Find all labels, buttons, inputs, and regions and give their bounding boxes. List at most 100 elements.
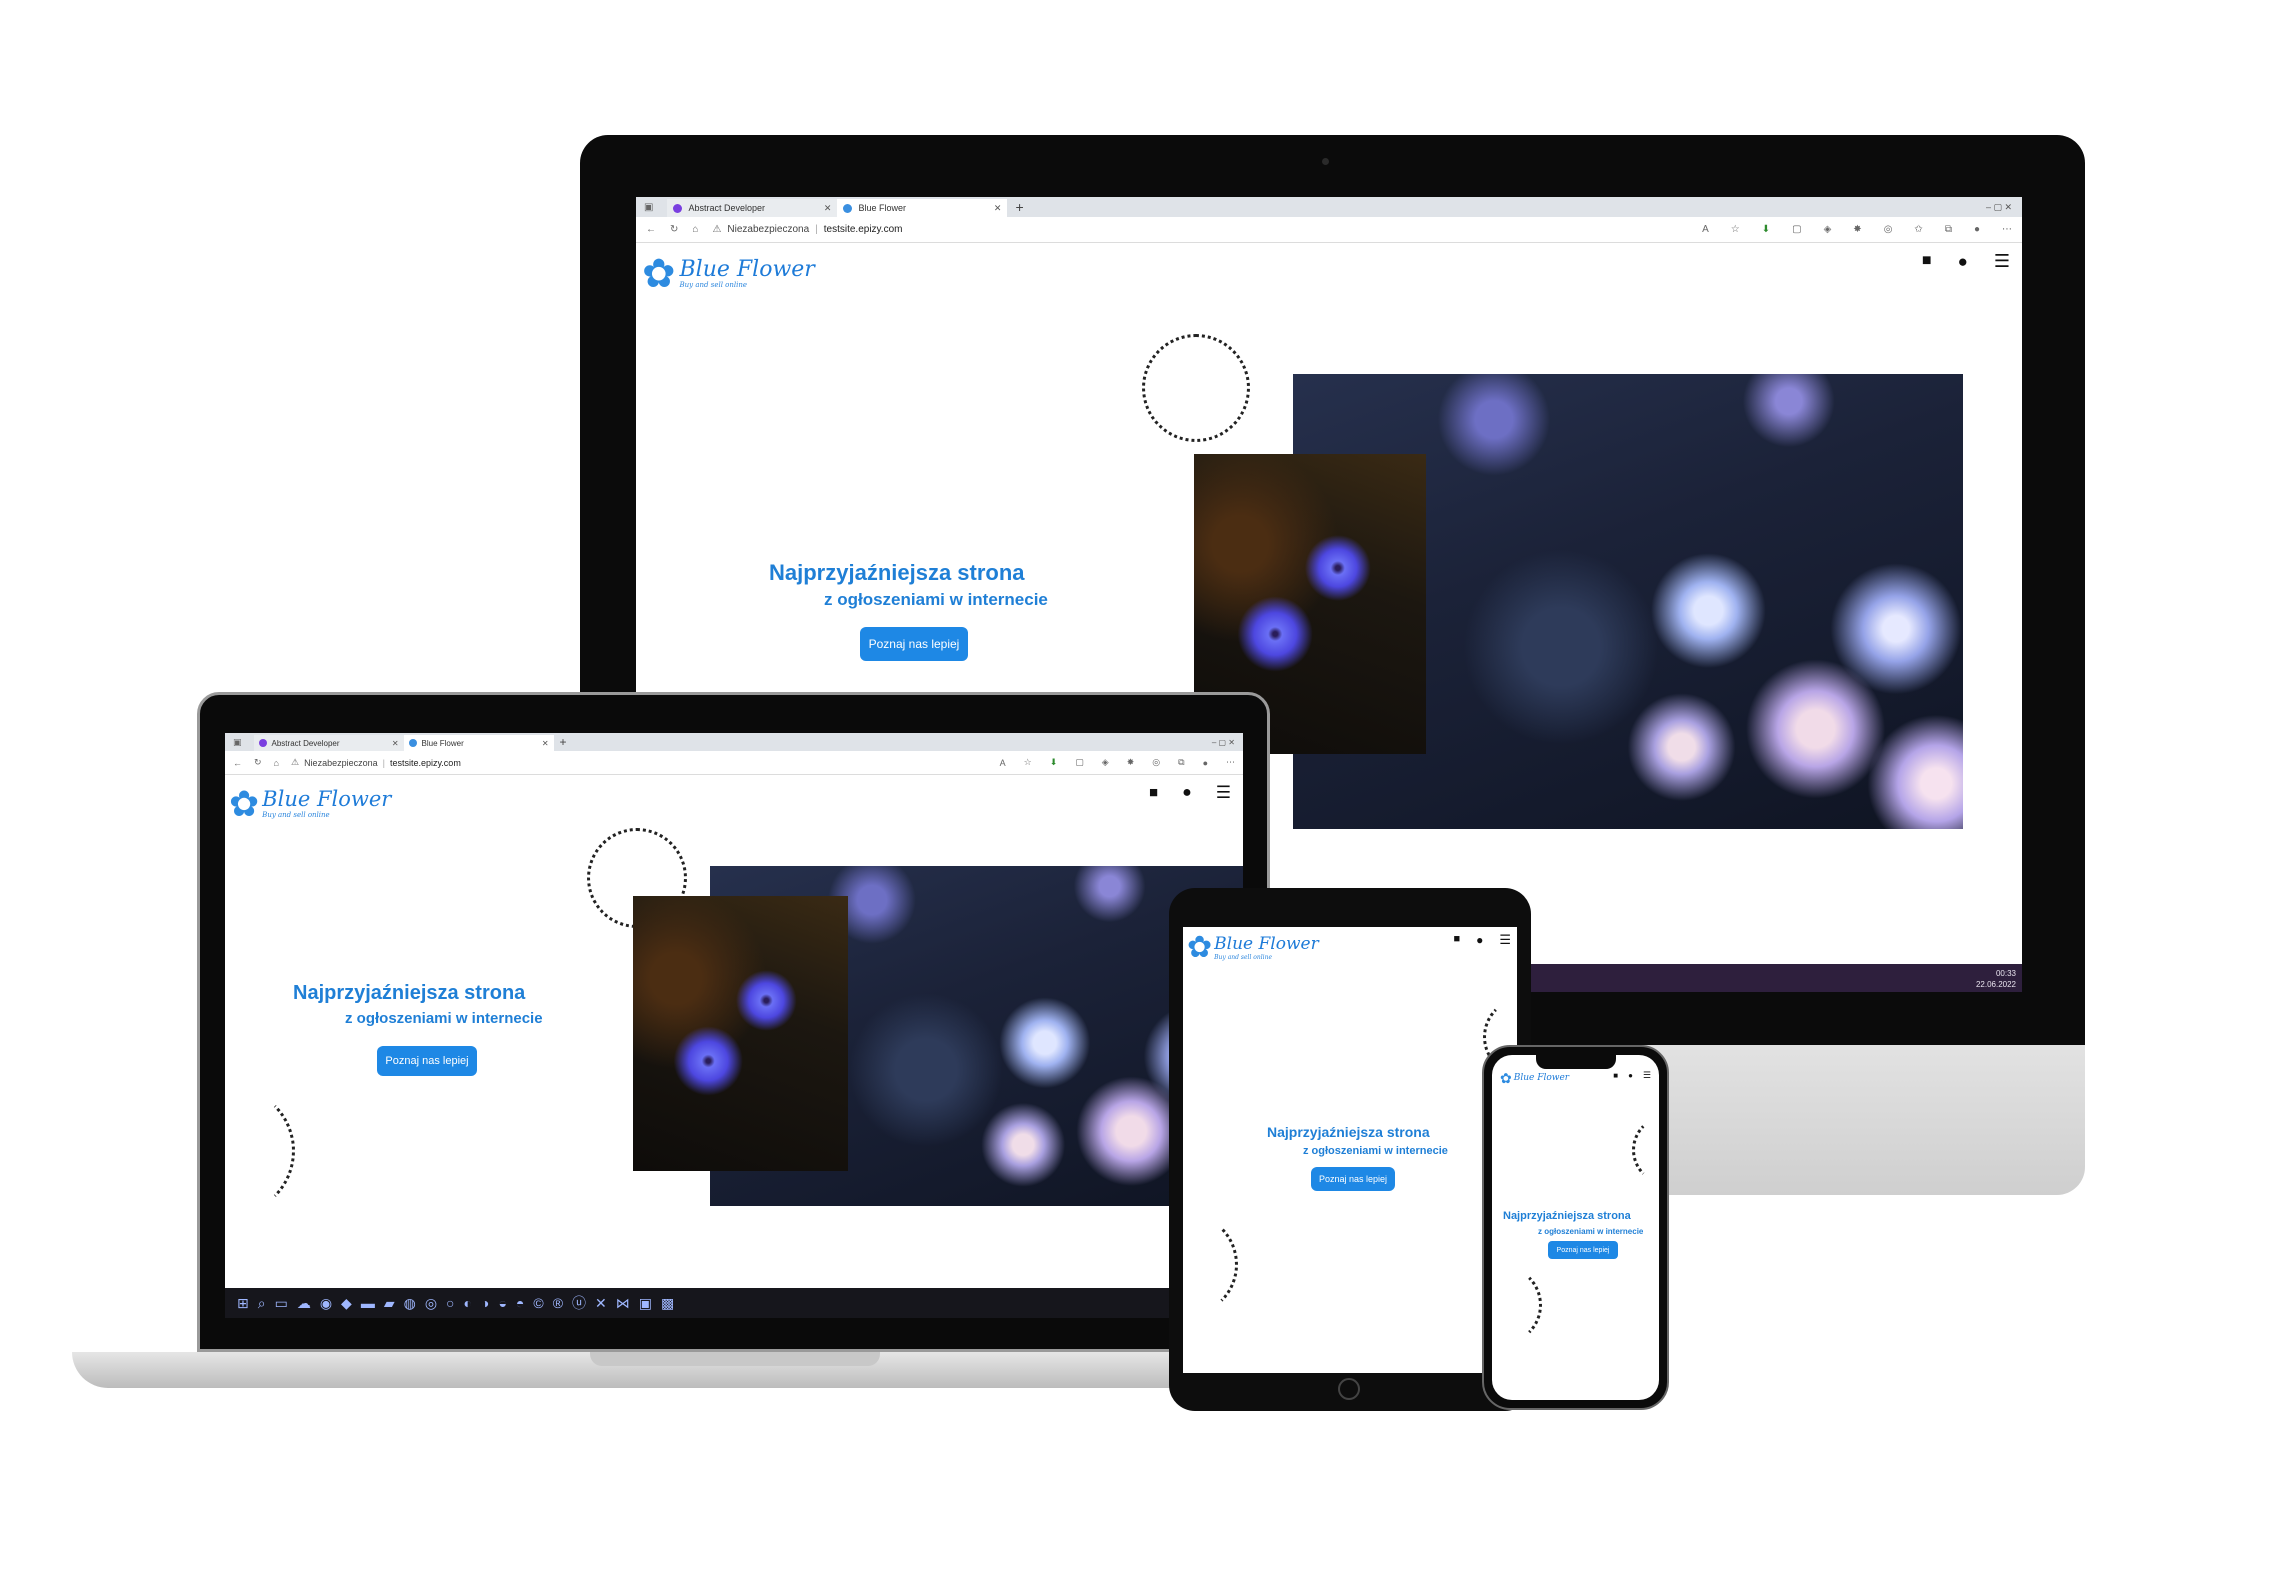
tab-actions-icon[interactable]: ▣: [644, 202, 653, 213]
download-icon[interactable]: ⬇: [1762, 224, 1770, 235]
collections-icon[interactable]: ⧉: [1178, 757, 1184, 768]
read-aloud-icon[interactable]: A: [1702, 224, 1709, 235]
windows-start-icon[interactable]: ⊞: [237, 1296, 249, 1310]
new-tab-button[interactable]: +: [1015, 199, 1023, 215]
file-explorer-icon[interactable]: ▰: [384, 1296, 395, 1310]
hamburger-menu-icon[interactable]: ☰: [1216, 784, 1231, 801]
search-icon[interactable]: ⌕: [258, 1296, 266, 1310]
tor-browser-icon[interactable]: ◐: [464, 1296, 472, 1310]
site-logo[interactable]: ✿ Blue Flower Buy and sell online: [1187, 933, 1319, 963]
phone-notch: [1536, 1055, 1616, 1069]
chrome-browser-icon[interactable]: ◎: [425, 1296, 437, 1310]
user-icon[interactable]: ●: [1182, 784, 1192, 801]
extension-icon[interactable]: ◈: [1102, 757, 1109, 768]
chromium-icon[interactable]: ◓: [516, 1296, 524, 1310]
tab-strip: ▣ Abstract Developer ✕ Blue Flower ✕ + –…: [225, 733, 1243, 751]
app-icon[interactable]: ▬: [361, 1296, 375, 1310]
close-tab-icon[interactable]: ✕: [994, 203, 1002, 214]
tab-abstract-developer[interactable]: Abstract Developer ✕: [253, 735, 404, 751]
tablet-home-button[interactable]: [1338, 1378, 1360, 1400]
opera-browser-icon[interactable]: ○: [446, 1296, 454, 1310]
tab-blue-flower[interactable]: Blue Flower ✕: [837, 199, 1008, 217]
extension-icon[interactable]: ✸: [1127, 757, 1135, 768]
cta-button[interactable]: Poznaj nas lepiej: [1548, 1241, 1618, 1259]
profile-icon[interactable]: ●: [1974, 224, 1980, 235]
hero-title: Najprzyjaźniejsza strona: [1267, 1124, 1430, 1140]
close-tab-icon[interactable]: ✕: [392, 739, 399, 748]
edge-browser-icon[interactable]: ◍: [404, 1296, 416, 1310]
home-icon[interactable]: ⌂: [274, 758, 279, 768]
firefox-browser-icon[interactable]: ◑: [481, 1296, 489, 1310]
extension-icon[interactable]: ✸: [1853, 224, 1861, 235]
site-logo[interactable]: ✿ Blue Flower: [1500, 1071, 1569, 1085]
site-logo[interactable]: ✿ Blue Flower Buy and sell online: [642, 254, 815, 294]
extension-icon[interactable]: ◎: [1884, 224, 1893, 235]
user-icon[interactable]: ●: [1958, 253, 1968, 270]
extension-icon[interactable]: ▢: [1792, 224, 1801, 235]
cta-button[interactable]: Poznaj nas lepiej: [1311, 1167, 1395, 1191]
task-view-icon[interactable]: ▭: [275, 1296, 288, 1310]
new-tab-button[interactable]: +: [560, 735, 567, 749]
site-logo[interactable]: ✿ Blue Flower Buy and sell online: [229, 786, 391, 822]
hamburger-menu-icon[interactable]: ☰: [1643, 1071, 1651, 1080]
url-field[interactable]: testsite.epizy.com: [390, 758, 461, 768]
back-icon[interactable]: ←: [233, 758, 242, 768]
download-icon[interactable]: ⬇: [1050, 757, 1058, 768]
read-aloud-icon[interactable]: A: [1000, 758, 1006, 768]
cta-button[interactable]: Poznaj nas lepiej: [860, 627, 968, 661]
weather-icon[interactable]: ☁: [297, 1296, 311, 1310]
reload-icon[interactable]: ↻: [254, 757, 262, 768]
reload-icon[interactable]: ↻: [670, 224, 678, 235]
hamburger-menu-icon[interactable]: ☰: [1499, 933, 1511, 946]
home-icon[interactable]: ⌂: [692, 224, 698, 235]
app-icon[interactable]: ✕: [595, 1296, 607, 1310]
firefox-dev-icon[interactable]: ◒: [498, 1296, 506, 1310]
tab-favicon-icon: [258, 739, 267, 747]
close-tab-icon[interactable]: ✕: [542, 739, 549, 748]
brave-browser-icon[interactable]: ◆: [341, 1296, 352, 1310]
tab-blue-flower[interactable]: Blue Flower ✕: [403, 735, 554, 751]
warning-icon[interactable]: ⚠: [712, 224, 721, 235]
tab-actions-icon[interactable]: ▣: [233, 737, 242, 748]
app-icon[interactable]: ▣: [639, 1296, 652, 1310]
extension-icon[interactable]: ▢: [1075, 757, 1084, 768]
hero-title: Najprzyjaźniejsza strona: [1503, 1210, 1631, 1222]
blog-icon[interactable]: ■: [1453, 934, 1460, 945]
user-icon[interactable]: ●: [1628, 1071, 1633, 1080]
extension-icon[interactable]: ◎: [1152, 757, 1160, 768]
warning-icon[interactable]: ⚠: [291, 757, 299, 768]
app-icon[interactable]: ©: [533, 1296, 543, 1310]
url-field[interactable]: testsite.epizy.com: [824, 224, 903, 235]
taskbar-clock[interactable]: 00:33 22.06.2022: [1976, 968, 2016, 990]
hamburger-menu-icon[interactable]: ☰: [1994, 252, 2010, 270]
profile-icon[interactable]: ●: [1203, 758, 1208, 768]
security-label[interactable]: Niezabezpieczona: [727, 224, 809, 235]
favorites-icon[interactable]: ✩: [1914, 224, 1922, 235]
more-icon[interactable]: ⋯: [2002, 224, 2012, 235]
decorative-dots-half-ring: [1492, 1265, 1542, 1345]
app-icon[interactable]: ⓤ: [572, 1296, 586, 1310]
user-icon[interactable]: ●: [1476, 934, 1483, 946]
back-icon[interactable]: ←: [646, 224, 656, 235]
more-icon[interactable]: ⋯: [1226, 757, 1235, 768]
app-icon[interactable]: ®: [553, 1296, 563, 1310]
tab-abstract-developer[interactable]: Abstract Developer ✕: [667, 199, 838, 217]
decorative-dots-half-ring: [1632, 1115, 1659, 1185]
window-controls[interactable]: – ▢ ✕: [1212, 738, 1235, 747]
blog-icon[interactable]: ■: [1613, 1071, 1618, 1080]
blog-icon[interactable]: ■: [1149, 785, 1158, 800]
blog-icon[interactable]: ■: [1922, 253, 1932, 269]
flower-icon: ✿: [1187, 931, 1213, 964]
close-tab-icon[interactable]: ✕: [824, 203, 832, 214]
collections-icon[interactable]: ⧉: [1945, 224, 1952, 235]
vscode-icon[interactable]: ⋈: [616, 1296, 630, 1310]
security-label[interactable]: Niezabezpieczona: [304, 758, 378, 768]
window-controls[interactable]: – ▢ ✕: [1986, 202, 2012, 213]
decorative-dots-half-ring: [1183, 1212, 1238, 1317]
cta-button[interactable]: Poznaj nas lepiej: [377, 1046, 477, 1076]
extension-icon[interactable]: ◈: [1824, 224, 1832, 235]
favorite-star-icon[interactable]: ☆: [1024, 757, 1032, 768]
app-icon[interactable]: ▩: [661, 1296, 674, 1310]
favorite-star-icon[interactable]: ☆: [1731, 224, 1740, 235]
chat-icon[interactable]: ◉: [320, 1296, 332, 1310]
